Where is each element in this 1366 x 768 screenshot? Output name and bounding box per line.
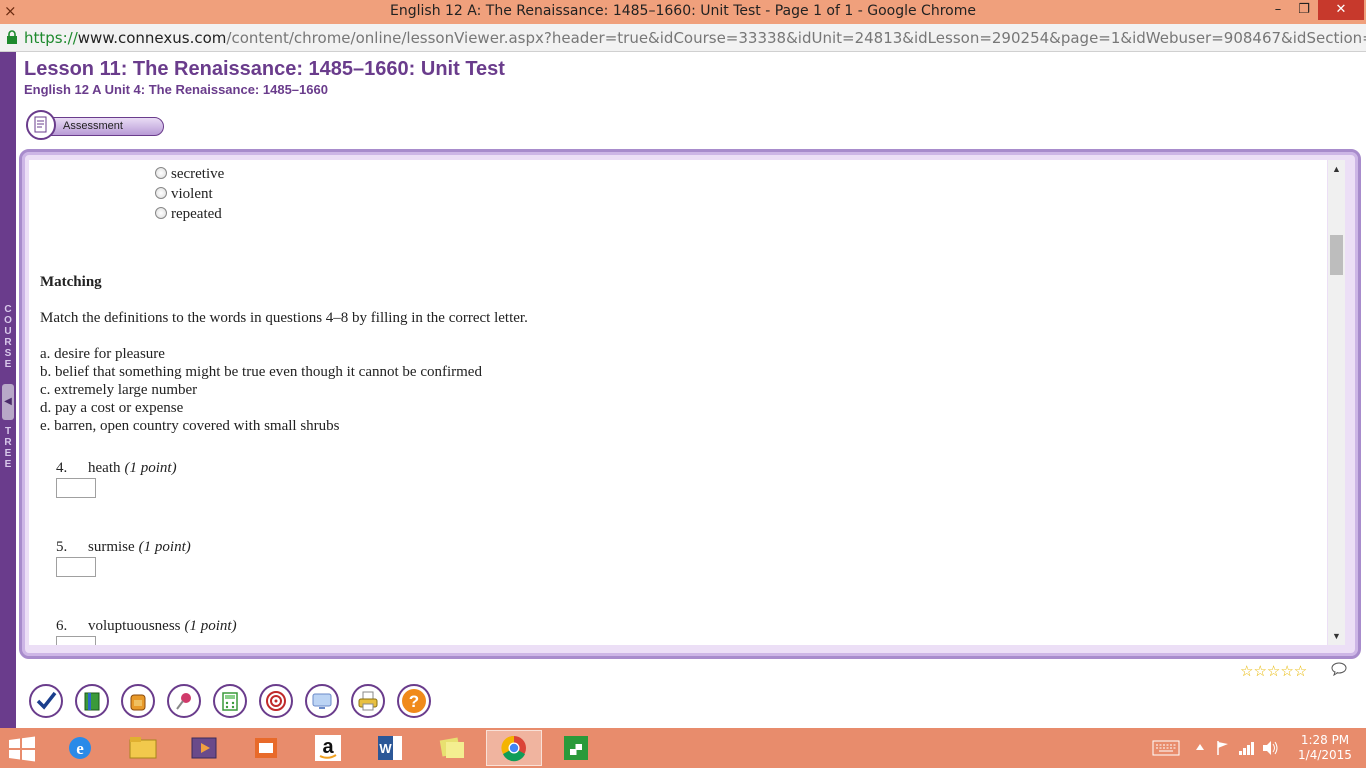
internet-explorer-icon[interactable]: e [52, 730, 108, 766]
network-icon[interactable] [1238, 740, 1256, 768]
scroll-up-arrow[interactable]: ▲ [1328, 164, 1345, 174]
course-tree-panel[interactable]: COURSETREE ◀ [0, 52, 16, 728]
calculator-icon[interactable] [213, 684, 247, 718]
help-icon[interactable]: ? [397, 684, 431, 718]
svg-text:a: a [322, 736, 334, 758]
clock-date: 1/4/2015 [1298, 748, 1352, 762]
svg-text:?: ? [409, 692, 419, 711]
definition-item: d. pay a cost or expense [40, 400, 184, 416]
clock-time: 1:28 PM [1300, 733, 1350, 747]
volume-icon[interactable] [1262, 740, 1280, 768]
printer-icon[interactable] [351, 684, 385, 718]
keyboard-icon[interactable] [1152, 740, 1180, 768]
system-clock[interactable]: 1:28 PM 1/4/2015 [1290, 733, 1360, 763]
radio-button[interactable] [155, 167, 167, 179]
assessment-content: secretive violent repeated Matching Matc… [29, 160, 1327, 645]
scroll-down-arrow[interactable]: ▼ [1328, 631, 1345, 641]
url-path: /content/chrome/online/lessonViewer.aspx… [226, 29, 1366, 47]
close-button[interactable]: ✕ [1318, 0, 1364, 20]
answer-option[interactable]: secretive [155, 166, 224, 184]
lesson-subtitle: English 12 A Unit 4: The Renaissance: 14… [24, 82, 328, 97]
monitor-icon[interactable] [305, 684, 339, 718]
show-hidden-icons[interactable] [1195, 741, 1205, 768]
maximize-button[interactable]: ❐ [1292, 0, 1316, 20]
svg-text:W: W [379, 741, 392, 756]
book-icon[interactable] [75, 684, 109, 718]
comment-icon[interactable] [1331, 662, 1347, 680]
lesson-title: Lesson 11: The Renaissance: 1485–1660: U… [24, 58, 505, 80]
question-4: 4. heath (1 point) [56, 460, 177, 476]
section-heading: Matching [40, 274, 102, 290]
radio-button[interactable] [155, 187, 167, 199]
checkmark-icon[interactable] [29, 684, 63, 718]
definition-item: b. belief that something might be true e… [40, 364, 482, 380]
address-bar[interactable]: https://www.connexus.com/content/chrome/… [0, 24, 1366, 52]
radio-button[interactable] [155, 207, 167, 219]
answer-input-6[interactable] [56, 636, 96, 645]
url-scheme: https:// [24, 29, 78, 47]
answer-option[interactable]: repeated [155, 206, 222, 224]
amazon-icon[interactable]: a [300, 730, 356, 766]
answer-input-4[interactable] [56, 478, 96, 498]
definition-item: a. desire for pleasure [40, 346, 165, 362]
target-icon[interactable] [259, 684, 293, 718]
taskbar: e a W 1:28 PM 1/4/2015 [0, 728, 1366, 768]
word-icon[interactable]: W [362, 730, 418, 766]
assessment-label: Assessment [63, 120, 123, 132]
answer-option[interactable]: violent [155, 186, 213, 204]
question-5: 5. surmise (1 point) [56, 539, 191, 555]
chrome-icon[interactable] [486, 730, 542, 766]
url-text[interactable]: https://www.connexus.com/content/chrome/… [24, 29, 1366, 47]
file-explorer-icon[interactable] [115, 730, 171, 766]
pushpin-icon[interactable] [167, 684, 201, 718]
assessment-icon [26, 110, 56, 140]
window-titlebar: × English 12 A: The Renaissance: 1485–16… [0, 0, 1366, 24]
scroll-thumb[interactable] [1330, 235, 1343, 275]
rating-stars[interactable]: ☆☆☆☆☆ [1240, 662, 1307, 680]
question-6: 6. voluptuousness (1 point) [56, 618, 237, 634]
definition-item: c. extremely large number [40, 382, 198, 398]
lock-icon [7, 30, 17, 44]
definition-item: e. barren, open country covered with sma… [40, 418, 340, 434]
backpack-icon[interactable] [121, 684, 155, 718]
control-panel-icon[interactable] [238, 730, 294, 766]
start-button[interactable] [8, 736, 36, 767]
answer-input-5[interactable] [56, 557, 96, 577]
minimize-button[interactable]: – [1266, 0, 1290, 20]
sticky-notes-icon[interactable] [424, 730, 480, 766]
instructions: Match the definitions to the words in qu… [40, 310, 528, 326]
url-host: www.connexus.com [77, 29, 227, 47]
svg-text:e: e [76, 739, 84, 758]
store-icon[interactable] [548, 730, 604, 766]
window-title: English 12 A: The Renaissance: 1485–1660… [390, 3, 976, 19]
content-scrollbar[interactable]: ▲ ▼ [1328, 160, 1345, 645]
course-tree-toggle[interactable]: ◀ [2, 384, 14, 420]
flag-icon[interactable] [1215, 740, 1231, 768]
media-player-icon[interactable] [176, 730, 232, 766]
